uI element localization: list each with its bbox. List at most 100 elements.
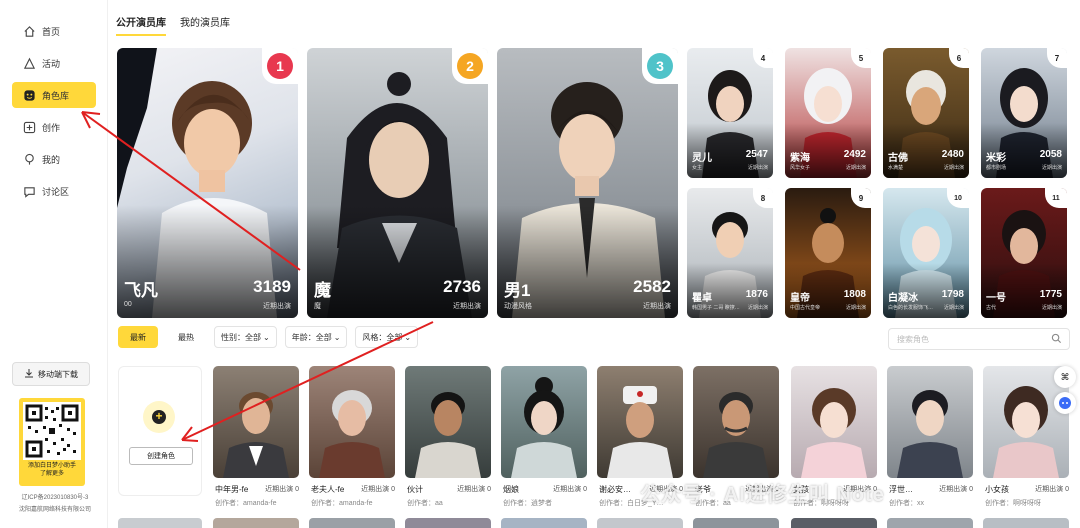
actor-list-item[interactable]: 中年男-fe 近期出演 0 创作者：amanda-fe (213, 366, 299, 507)
sidebar-item-profile[interactable]: 我的 (12, 146, 96, 172)
actor-list-item[interactable]: 浮世… 近期出演 0 创作者：xx (887, 366, 973, 507)
qr-caption-line-1: 添加白日梦小助手 (27, 463, 76, 469)
featured-card[interactable]: 1 飞凡 00 3189 近期出演 (117, 48, 298, 318)
sort-latest-button[interactable]: 最新 (118, 326, 158, 348)
rank-number: 3 (647, 53, 673, 79)
icp-number[interactable]: 辽ICP备2023010830号-3 (10, 494, 100, 502)
age-select[interactable]: 年龄：全部 ⌄ (284, 326, 348, 348)
actor-tag: 女主 (692, 165, 703, 171)
actor-name: 小女孩 (985, 485, 1009, 494)
actor-name: 中年男-fe (215, 485, 249, 494)
sidebar-item-home[interactable]: 首页 (12, 18, 96, 44)
download-label: 移动端下载 (38, 369, 78, 379)
tab-public-library[interactable]: 公开演员库 (116, 14, 166, 36)
actor-list-item[interactable]: 老爷 近期出演 0 创作者：aa (693, 366, 779, 507)
actor-name: 一号 (986, 293, 1006, 304)
actor-recent-count: 近期出演 0 (457, 486, 491, 493)
next-row-card (309, 518, 395, 528)
next-row-card (791, 518, 877, 528)
rank-badge: 2 (452, 48, 488, 84)
style-select[interactable]: 风格：全部 ⌄ (355, 326, 419, 348)
company-name: 沈阳嘉航网络科技有限公司 (18, 507, 91, 513)
actor-portrait (693, 366, 779, 478)
actor-count: 2480 (941, 149, 964, 160)
create-character-card[interactable]: + 创建角色 (118, 366, 202, 496)
actor-count: 2736 (443, 277, 481, 296)
search-placeholder: 搜索角色 (897, 334, 929, 344)
qr-card: 添加白日梦小助手 了解更多 (19, 398, 85, 486)
chevron-down-icon: ⌄ (263, 332, 270, 342)
actor-name: 烟娘 (503, 485, 519, 494)
actor-card[interactable]: 11 一号 古代 1775 近期出演 (981, 188, 1067, 318)
actor-meta: 中年男-fe 近期出演 0 (215, 484, 299, 495)
actor-name: 浮世… (889, 485, 913, 494)
actor-portrait (309, 366, 395, 478)
library-tabs: 公开演员库 我的演员库 (116, 14, 230, 36)
actor-count: 2492 (843, 149, 866, 160)
actor-tag: 00 (124, 301, 132, 308)
actor-card[interactable]: 6 古佛 水满楚 2480 近期出演 (883, 48, 969, 178)
actor-creator: 创作者：逍梦者 (503, 500, 552, 507)
sidebar-item-create[interactable]: 创作 (12, 114, 96, 140)
actor-list-item[interactable]: 烟娘 近期出演 0 创作者：逍梦者 (501, 366, 587, 507)
fullscreen-button[interactable]: ⌘ (1054, 366, 1076, 388)
actor-list-item[interactable]: 谢必安… 近期出演 0 创作者：白日梦_Y… (597, 366, 683, 507)
featured-card[interactable]: 3 男1 动漫风格 2582 近期出演 (497, 48, 678, 318)
actor-tag: 古代 (986, 305, 997, 311)
actor-meta: 小女孩 近期出演 0 (985, 484, 1069, 495)
actor-meta: 老夫人-fe 近期出演 0 (311, 484, 395, 495)
watermark: 公众号 · AI进修生叫 Note (640, 484, 885, 506)
search-input[interactable]: 搜索角色 (888, 328, 1070, 350)
sidebar: 首页 活动 角色库 创作 我的 讨论区 移动端下载 添加白日梦小助手 了解更多 … (0, 0, 108, 528)
chat-icon (22, 184, 36, 198)
next-row-card (597, 518, 683, 528)
actor-count-caption: 近期出演 (943, 305, 964, 311)
actor-count-caption: 近期出演 (845, 165, 866, 171)
actor-count: 1798 (941, 289, 964, 300)
sidebar-item-label: 我的 (42, 154, 61, 165)
chevron-down-icon: ⌄ (404, 332, 412, 342)
activity-icon (22, 56, 36, 70)
actor-card[interactable]: 5 紫海 风华女子 2492 近期出演 (785, 48, 871, 178)
search-icon[interactable] (1051, 333, 1062, 346)
actor-meta: 浮世… 近期出演 0 (889, 484, 973, 495)
rank-number: 11 (1052, 194, 1060, 202)
actor-name: 飞凡 (124, 281, 158, 300)
actor-card[interactable]: 7 米彩 都市剧场 2058 近期出演 (981, 48, 1067, 178)
actor-portrait (405, 366, 491, 478)
actor-card[interactable]: 4 灵儿 女主 2547 近期出演 (687, 48, 773, 178)
rank-number: 9 (858, 193, 864, 203)
tab-my-library[interactable]: 我的演员库 (180, 14, 230, 36)
sidebar-item-discussion[interactable]: 讨论区 (12, 178, 96, 204)
add-icon[interactable]: + (143, 401, 175, 433)
actor-list-item[interactable]: 老夫人-fe 近期出演 0 创作者：amanda-fe (309, 366, 395, 507)
sidebar-item-activity[interactable]: 活动 (12, 50, 96, 76)
actor-recent-count: 近期出演 0 (361, 486, 395, 493)
actor-tag: 动漫风格 (504, 303, 532, 310)
sidebar-item-label: 创作 (42, 122, 61, 133)
gender-select-value: 性别：全部 (221, 332, 261, 342)
featured-card[interactable]: 2 魔 魔 2736 近期出演 (307, 48, 488, 318)
actor-tag: 都市剧场 (986, 165, 1007, 171)
mobile-download-button[interactable]: 移动端下载 (12, 362, 90, 386)
actor-card[interactable]: 10 白凝冰 白色的长发服饰飞… 1798 近期出演 (883, 188, 969, 318)
actor-name: 米彩 (986, 153, 1006, 164)
actor-name: 男1 (504, 281, 531, 300)
actor-recent-count: 近期出演 0 (939, 486, 973, 493)
actor-list-item[interactable]: 女孩 近期出演 0 创作者：啊呀呀呀 (791, 366, 877, 507)
actor-creator: 创作者：aa (407, 500, 443, 507)
actor-card[interactable]: 9 皇帝 中国古代皇帝 1808 近期出演 (785, 188, 871, 318)
sidebar-item-label: 讨论区 (42, 186, 70, 197)
actor-count-caption: 近期出演 (263, 303, 291, 310)
actor-creator: 创作者：啊呀呀呀 (985, 500, 1041, 507)
actor-count: 1808 (843, 289, 866, 300)
actor-tag: 中国古代皇帝 (790, 305, 821, 311)
create-character-button[interactable]: 创建角色 (129, 447, 193, 465)
assistant-button[interactable] (1054, 392, 1076, 414)
sidebar-item-character-library[interactable]: 角色库 (12, 82, 96, 108)
rank-number: 6 (956, 53, 962, 63)
actor-card[interactable]: 8 瞿卓 韩国男子 二哥 瞭撩… 1876 近期出演 (687, 188, 773, 318)
actor-list-item[interactable]: 伙计 近期出演 0 创作者：aa (405, 366, 491, 507)
gender-select[interactable]: 性别：全部 ⌄ (214, 326, 277, 348)
sort-hottest-button[interactable]: 最热 (166, 326, 206, 348)
